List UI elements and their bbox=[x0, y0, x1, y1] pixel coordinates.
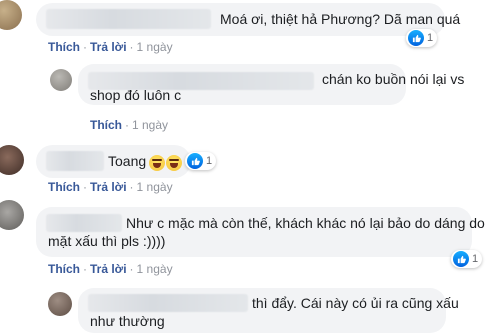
comment-actions: Thích · Trả lời · 1 ngày bbox=[48, 180, 173, 194]
comment-text: shop đó luôn c bbox=[90, 87, 182, 103]
timestamp[interactable]: 1 ngày bbox=[137, 262, 173, 276]
comment-text: mặt xấu thì pls :)))) bbox=[48, 233, 166, 249]
reaction-number: 1 bbox=[206, 155, 213, 167]
like-icon bbox=[187, 153, 203, 169]
avatar[interactable] bbox=[0, 200, 24, 230]
like-link[interactable]: Thích bbox=[48, 180, 80, 194]
comment-text: như thường bbox=[90, 313, 165, 329]
like-icon bbox=[408, 30, 424, 46]
haha-emoji-pair bbox=[149, 153, 182, 172]
comment-bubble: chán ko buồn nói lại vs shop đó luôn c bbox=[78, 64, 464, 105]
comment-text: Như c mặc mà còn thế, khách khác nó lại … bbox=[126, 215, 485, 231]
reply-link[interactable]: Trả lời bbox=[90, 40, 127, 54]
blurred-name bbox=[46, 151, 104, 171]
reaction-count[interactable]: 1 bbox=[406, 29, 438, 47]
reaction-count[interactable]: 1 bbox=[185, 152, 217, 170]
comment-actions: Thích · Trả lời · 1 ngày bbox=[48, 40, 173, 54]
comment-bubble: Như c mặc mà còn thế, khách khác nó lại … bbox=[36, 207, 485, 257]
timestamp[interactable]: 1 ngày bbox=[137, 180, 173, 194]
avatar[interactable] bbox=[50, 69, 72, 91]
reply-link[interactable]: Trả lời bbox=[90, 262, 127, 276]
haha-icon bbox=[149, 155, 165, 172]
timestamp[interactable]: 1 ngày bbox=[137, 40, 173, 54]
reaction-count[interactable]: 1 bbox=[451, 250, 483, 268]
comment-text: chán ko buồn nói lại vs bbox=[322, 71, 465, 87]
timestamp[interactable]: 1 ngày bbox=[132, 118, 168, 132]
blurred-name bbox=[88, 294, 248, 312]
blurred-name bbox=[46, 9, 211, 29]
comment-text: Toang bbox=[108, 153, 147, 169]
comment-text: thì đẩy. Cái này có ủi ra cũng xấu bbox=[252, 295, 459, 311]
blurred-name bbox=[46, 214, 122, 232]
like-link[interactable]: Thích bbox=[48, 262, 80, 276]
avatar[interactable] bbox=[0, 0, 22, 30]
comment-actions: Thích · 1 ngày bbox=[90, 118, 169, 132]
reaction-number: 1 bbox=[427, 32, 434, 44]
reply-link[interactable]: Trả lời bbox=[90, 180, 127, 194]
haha-icon bbox=[166, 155, 182, 172]
comment-bubble: Toang bbox=[36, 145, 191, 178]
comment-bubble: Moá ơi, thiệt hả Phương? Dã man quá bbox=[36, 3, 460, 36]
reaction-number: 1 bbox=[472, 253, 479, 265]
comment-text: Moá ơi, thiệt hả Phương? Dã man quá bbox=[220, 11, 461, 27]
avatar[interactable] bbox=[0, 145, 24, 175]
comment-bubble: thì đẩy. Cái này có ủi ra cũng xấu như t… bbox=[78, 288, 459, 333]
like-icon bbox=[453, 251, 469, 267]
avatar[interactable] bbox=[48, 292, 72, 316]
like-link[interactable]: Thích bbox=[90, 118, 122, 132]
like-link[interactable]: Thích bbox=[48, 40, 80, 54]
comment-actions: Thích · Trả lời · 1 ngày bbox=[48, 262, 173, 276]
